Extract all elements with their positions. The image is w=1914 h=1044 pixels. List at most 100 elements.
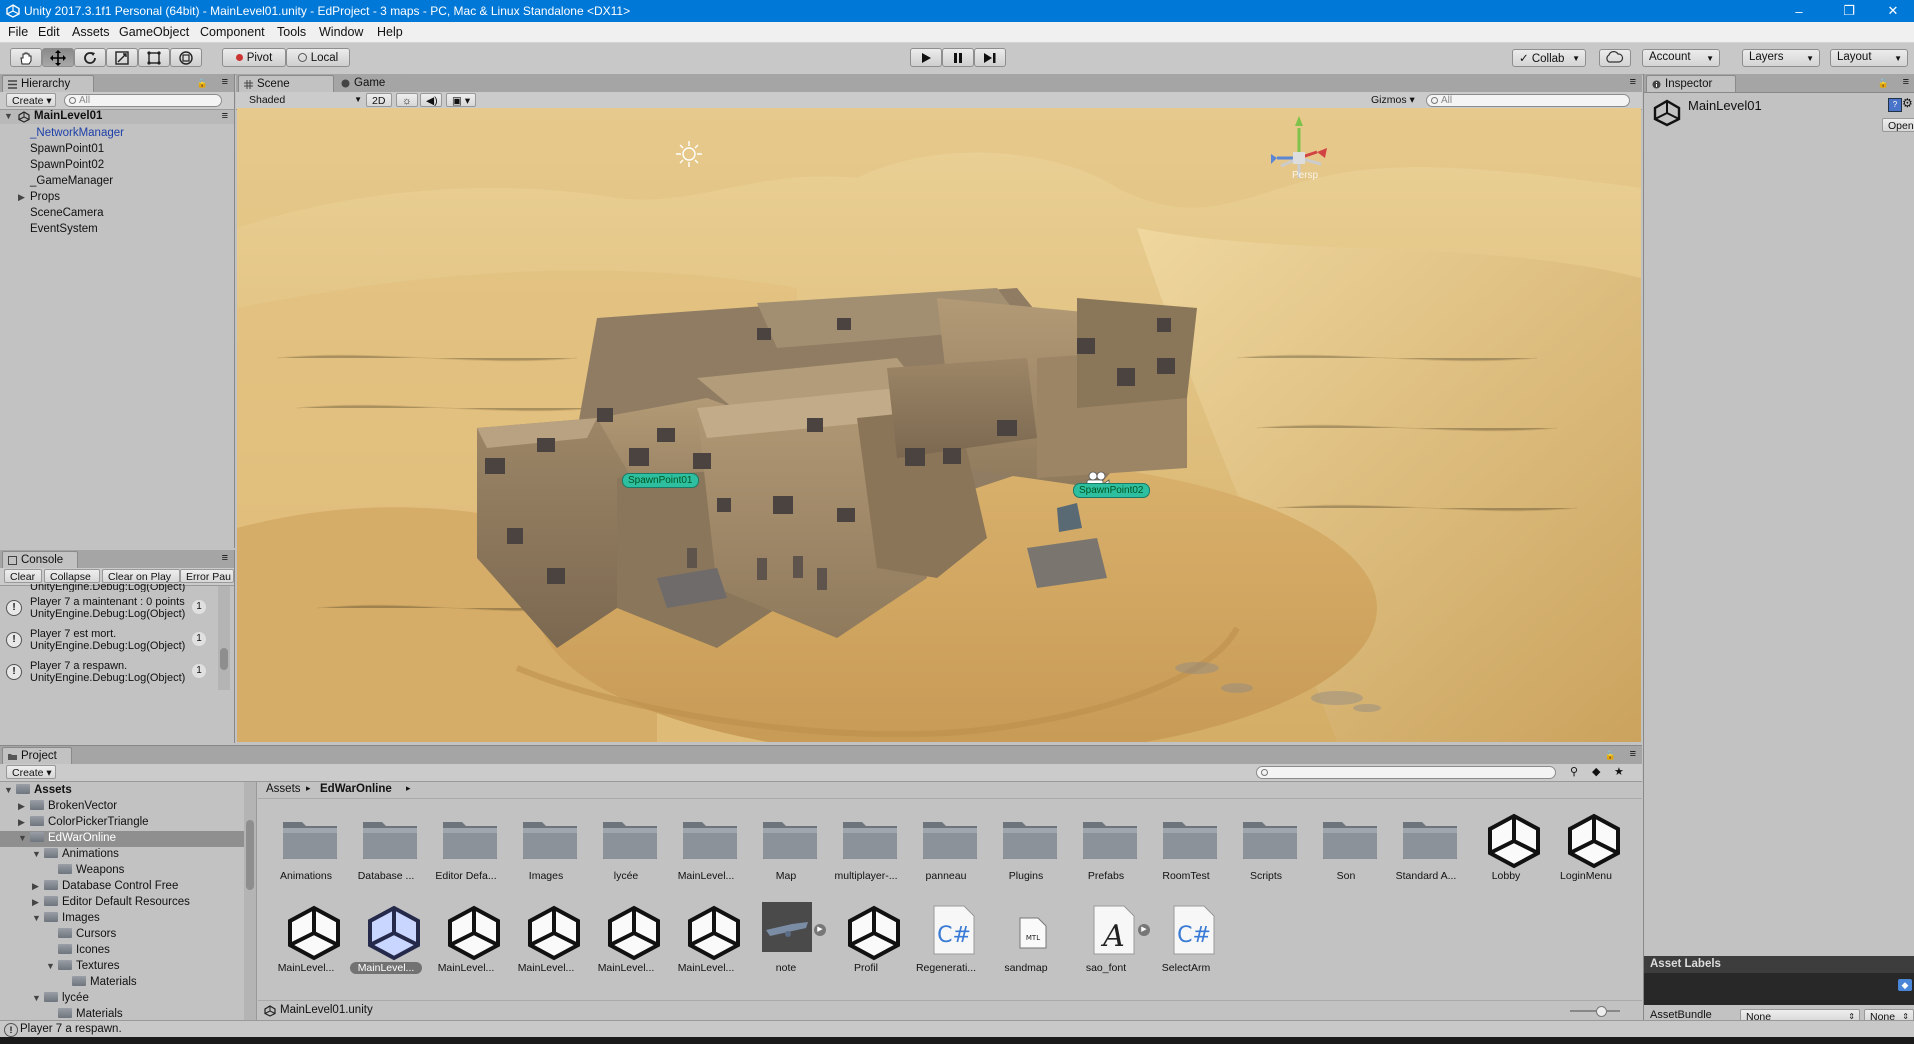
- menu-assets[interactable]: Assets: [72, 25, 110, 39]
- asset-item[interactable]: MainLevel...: [588, 896, 664, 982]
- asset-item[interactable]: Images: [508, 804, 584, 890]
- close-button[interactable]: ✕: [1870, 0, 1914, 22]
- asset-item[interactable]: Scripts: [1228, 804, 1304, 890]
- hierarchy-item-scenecamera[interactable]: SceneCamera: [30, 207, 104, 219]
- asset-item[interactable]: Plugins: [988, 804, 1064, 890]
- layout-dropdown[interactable]: Layout ▼: [1830, 49, 1908, 67]
- tab-project[interactable]: Project: [2, 747, 72, 764]
- asset-item[interactable]: ▶ note: [748, 896, 826, 982]
- console-scrollbar[interactable]: [218, 586, 230, 690]
- tree-item-animations[interactable]: Animations: [44, 848, 119, 860]
- panel-menu-icon[interactable]: ≡: [222, 552, 228, 564]
- console-scroll-thumb[interactable]: [220, 648, 228, 670]
- icon-size-slider[interactable]: [1570, 1006, 1620, 1017]
- lock-icon[interactable]: 🔒: [1878, 78, 1889, 89]
- expand-arrow-icon[interactable]: ▼: [4, 785, 13, 795]
- audio-toggle[interactable]: ◀): [420, 93, 442, 107]
- tree-scroll-thumb[interactable]: [246, 820, 254, 890]
- hierarchy-item-spawnpoint01[interactable]: SpawnPoint01: [30, 143, 104, 155]
- asset-item[interactable]: panneau: [908, 804, 984, 890]
- asset-item[interactable]: MainLevel...: [668, 896, 744, 982]
- shading-dropdown[interactable]: Shaded ▼: [244, 93, 364, 107]
- asset-item[interactable]: C# SelectArm: [1148, 896, 1224, 982]
- asset-item[interactable]: Profil: [828, 896, 904, 982]
- asset-item[interactable]: lycée: [588, 804, 664, 890]
- tab-game[interactable]: Game: [336, 75, 402, 92]
- scene-viewport[interactable]: Persp SpawnPoint01 SpawnPoint02: [237, 108, 1641, 742]
- tree-item-database-control-free[interactable]: Database Control Free: [44, 880, 178, 892]
- expand-arrow-icon[interactable]: ▼: [32, 913, 41, 923]
- tab-console[interactable]: Console: [2, 551, 78, 568]
- asset-item[interactable]: Database ...: [348, 804, 424, 890]
- hierarchy-search-input[interactable]: All: [64, 94, 222, 107]
- maximize-button[interactable]: ❐: [1826, 0, 1872, 22]
- row-menu-icon[interactable]: ≡: [222, 110, 228, 122]
- asset-item[interactable]: Standard A...: [1388, 804, 1464, 890]
- asset-item[interactable]: multiplayer-...: [828, 804, 904, 890]
- scene-search-input[interactable]: All: [1426, 94, 1630, 107]
- asset-item[interactable]: MainLevel...: [428, 896, 504, 982]
- console-row[interactable]: ! Player 7 est mort. UnityEngine.Debug:L…: [4, 628, 214, 660]
- menu-file[interactable]: File: [8, 25, 28, 39]
- hierarchy-item-spawnpoint02[interactable]: SpawnPoint02: [30, 159, 104, 171]
- hand-tool-button[interactable]: [10, 48, 42, 67]
- step-button[interactable]: [974, 48, 1006, 67]
- hierarchy-item-networkmanager[interactable]: _NetworkManager: [30, 127, 124, 139]
- pivot-toggle[interactable]: Pivot: [222, 48, 286, 67]
- expand-arrow-icon[interactable]: ▼: [32, 993, 41, 1003]
- layers-dropdown[interactable]: Layers ▼: [1742, 49, 1820, 67]
- expand-arrow-icon[interactable]: ▶: [32, 897, 39, 908]
- tab-hierarchy[interactable]: Hierarchy: [2, 75, 94, 92]
- menu-help[interactable]: Help: [377, 25, 403, 39]
- asset-item[interactable]: A ▶ sao_font: [1068, 896, 1150, 982]
- console-collapse-button[interactable]: Collapse: [44, 569, 100, 583]
- console-row[interactable]: ! Player 7 a maintenant : 0 points Unity…: [4, 596, 214, 628]
- tree-item-edwaronline[interactable]: EdWarOnline: [30, 832, 116, 844]
- account-dropdown[interactable]: Account ▼: [1642, 49, 1720, 67]
- console-clear-on-play-button[interactable]: Clear on Play: [102, 569, 180, 583]
- asset-item[interactable]: C# Regenerati...: [908, 896, 984, 982]
- tree-item-weapons[interactable]: Weapons: [58, 864, 124, 876]
- asset-item[interactable]: Animations: [268, 804, 344, 890]
- breadcrumb-edwaronline[interactable]: EdWarOnline: [320, 783, 392, 795]
- asset-item[interactable]: RoomTest: [1148, 804, 1224, 890]
- menu-edit[interactable]: Edit: [38, 25, 60, 39]
- filter-type-icon[interactable]: ⚲: [1570, 765, 1578, 778]
- expand-arrow-icon[interactable]: ▼: [18, 833, 27, 843]
- project-search-input[interactable]: [1256, 766, 1556, 779]
- create-dropdown[interactable]: Create ▾: [6, 765, 56, 779]
- tree-item-images[interactable]: Images: [44, 912, 100, 924]
- rect-tool-button[interactable]: [138, 48, 170, 67]
- panel-menu-icon[interactable]: ≡: [1630, 748, 1636, 760]
- panel-menu-icon[interactable]: ≡: [1903, 76, 1909, 88]
- tree-item-brokenvector[interactable]: BrokenVector: [30, 800, 117, 812]
- asset-item[interactable]: LoginMenu: [1548, 804, 1624, 890]
- spawnpoint01-label[interactable]: SpawnPoint01: [622, 473, 699, 488]
- tree-item-editor-default-resources[interactable]: Editor Default Resources: [44, 896, 190, 908]
- expand-arrow-icon[interactable]: ▶: [32, 881, 39, 892]
- lighting-toggle[interactable]: ☼: [396, 93, 418, 107]
- hierarchy-item-eventsystem[interactable]: EventSystem: [30, 223, 98, 235]
- menu-window[interactable]: Window: [319, 25, 363, 39]
- tab-scene[interactable]: Scene: [238, 75, 334, 92]
- tree-item-cursors[interactable]: Cursors: [58, 928, 116, 940]
- expand-arrow-icon[interactable]: ▼: [32, 849, 41, 859]
- panel-menu-icon[interactable]: ≡: [222, 76, 228, 88]
- breadcrumb-assets[interactable]: Assets: [266, 783, 301, 795]
- asset-item[interactable]: Son: [1308, 804, 1384, 890]
- expand-preview-icon[interactable]: ▶: [814, 924, 826, 936]
- console-clear-button[interactable]: Clear: [4, 569, 42, 583]
- tree-item-lycee[interactable]: lycée: [44, 992, 89, 1004]
- create-dropdown[interactable]: Create ▾: [6, 93, 56, 107]
- expand-arrow-icon[interactable]: ▼: [46, 961, 55, 971]
- move-tool-button[interactable]: [42, 48, 74, 67]
- tab-inspector[interactable]: Inspector: [1646, 75, 1736, 92]
- console-error-pause-button[interactable]: Error Pau: [180, 569, 234, 583]
- expand-arrow-icon[interactable]: ▶: [18, 801, 25, 812]
- slider-thumb[interactable]: [1596, 1006, 1607, 1017]
- expand-arrow-icon[interactable]: ▼: [4, 111, 13, 121]
- expand-arrow-icon[interactable]: ▶: [18, 192, 25, 203]
- settings-gear-icon[interactable]: ⚙: [1902, 96, 1913, 110]
- mode-2d-toggle[interactable]: 2D: [366, 93, 392, 107]
- scene-root-row[interactable]: ▼ MainLevel01 ≡: [0, 110, 234, 124]
